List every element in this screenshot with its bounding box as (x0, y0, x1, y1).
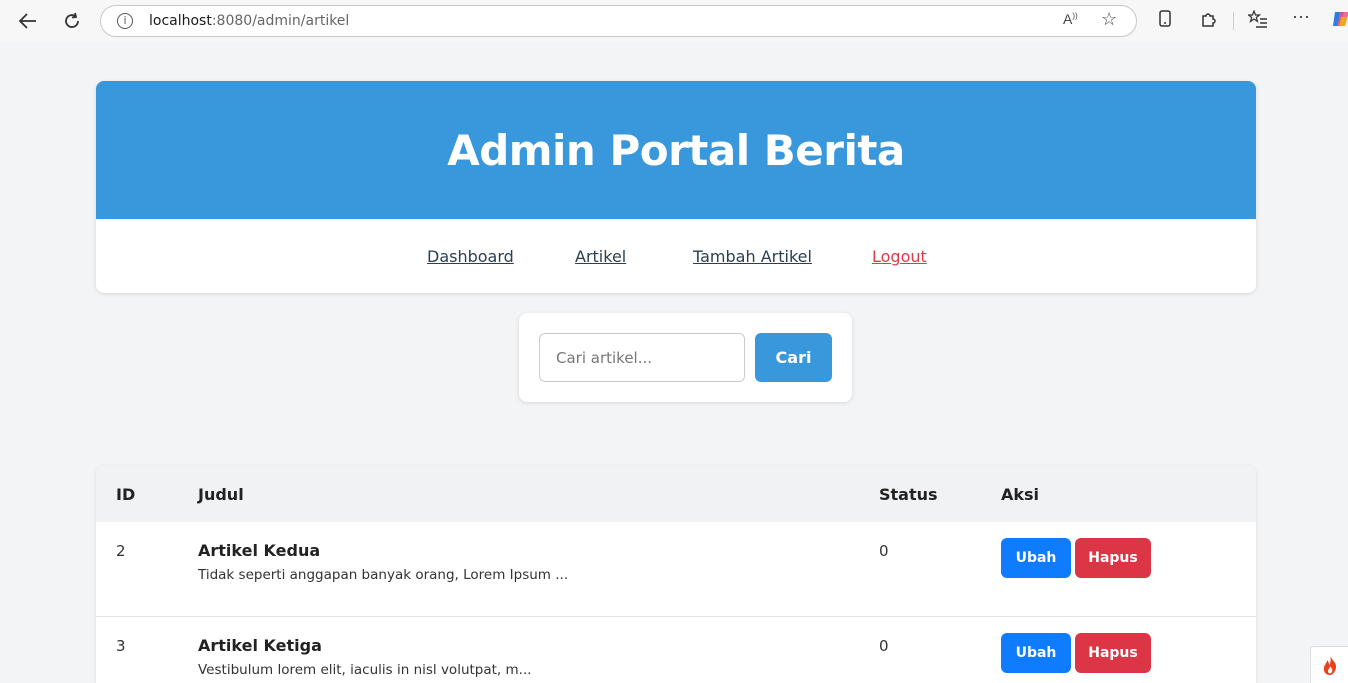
cell-status: 0 (879, 637, 889, 655)
page-title: Admin Portal Berita (447, 125, 905, 175)
nav-link-dashboard[interactable]: Dashboard (427, 247, 514, 266)
refresh-icon[interactable] (58, 8, 86, 34)
cell-title: Artikel Kedua (198, 541, 321, 560)
cell-id: 3 (116, 637, 126, 655)
phone-icon[interactable] (1154, 10, 1176, 32)
debug-toolbar-flame-icon[interactable] (1310, 646, 1348, 683)
favorites-list-icon[interactable] (1246, 9, 1269, 33)
column-header-judul: Judul (198, 485, 244, 504)
edit-button[interactable]: Ubah (1001, 633, 1071, 673)
delete-button[interactable]: Hapus (1075, 538, 1151, 578)
column-header-id: ID (116, 485, 136, 504)
header-card: Admin Portal Berita Dashboard Artikel Ta… (96, 81, 1256, 293)
copilot-icon[interactable] (1330, 9, 1348, 34)
cell-status: 0 (879, 542, 889, 560)
cell-title: Artikel Ketiga (198, 636, 322, 655)
more-options-icon[interactable]: ··· (1290, 6, 1312, 27)
column-header-aksi: Aksi (1001, 485, 1040, 504)
extensions-icon[interactable] (1198, 10, 1220, 33)
favorite-star-icon[interactable]: ☆ (1101, 9, 1117, 30)
table-row: 3 Artikel Ketiga Vestibulum lorem elit, … (96, 617, 1256, 683)
table-row: 2 Artikel Kedua Tidak seperti anggapan b… (96, 522, 1256, 617)
info-icon[interactable]: i (117, 13, 133, 29)
column-header-status: Status (879, 485, 938, 504)
address-url[interactable]: localhost:8080/admin/artikel (149, 13, 349, 29)
browser-toolbar: i localhost:8080/admin/artikel A)) ☆ ··· (0, 0, 1348, 42)
table-header: ID Judul Status Aksi (96, 466, 1256, 522)
cell-excerpt: Vestibulum lorem elit, iaculis in nisl v… (198, 662, 532, 678)
cell-id: 2 (116, 542, 126, 560)
header-banner: Admin Portal Berita (96, 81, 1256, 219)
url-host: localhost (149, 13, 212, 29)
back-icon[interactable] (14, 8, 42, 34)
delete-button[interactable]: Hapus (1075, 633, 1151, 673)
address-bar[interactable]: i localhost:8080/admin/artikel A)) ☆ (100, 5, 1137, 37)
search-button[interactable]: Cari (755, 333, 832, 382)
main-nav: Dashboard Artikel Tambah Artikel Logout (96, 219, 1256, 293)
nav-link-tambah-artikel[interactable]: Tambah Artikel (693, 247, 812, 266)
read-aloud-icon[interactable]: A)) (1063, 11, 1078, 27)
url-path: :8080/admin/artikel (211, 13, 350, 29)
articles-table: ID Judul Status Aksi 2 Artikel Kedua Tid… (96, 466, 1256, 683)
nav-link-artikel[interactable]: Artikel (575, 247, 626, 266)
toolbar-separator (1233, 12, 1234, 30)
search-card: Cari (519, 313, 852, 402)
nav-link-logout[interactable]: Logout (872, 247, 927, 266)
search-input[interactable] (539, 333, 745, 382)
edit-button[interactable]: Ubah (1001, 538, 1071, 578)
cell-excerpt: Tidak seperti anggapan banyak orang, Lor… (198, 567, 569, 583)
